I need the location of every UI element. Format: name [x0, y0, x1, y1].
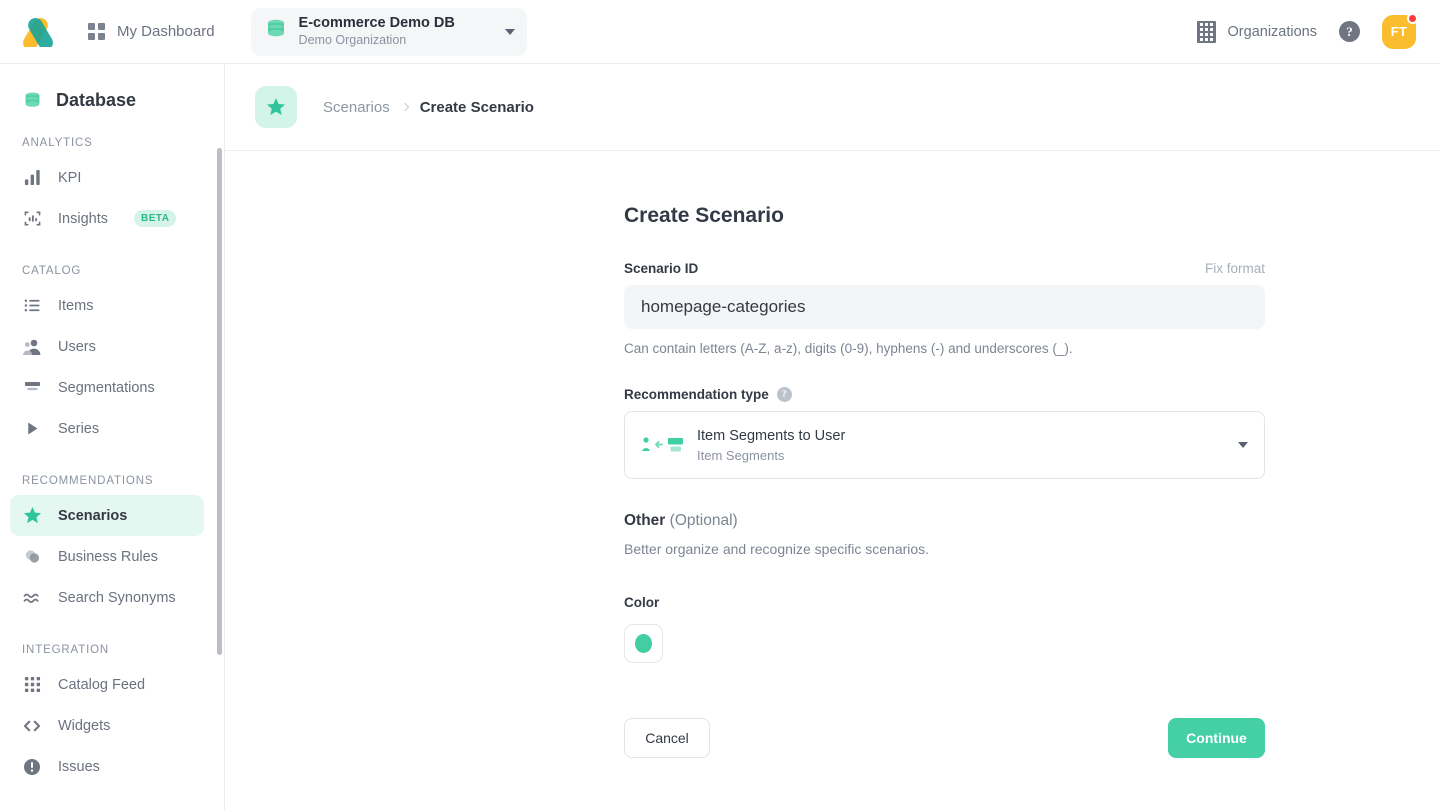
- sidebar-header-label: Database: [56, 90, 137, 110]
- my-dashboard-label: My Dashboard: [117, 23, 215, 40]
- app-logo[interactable]: [16, 17, 60, 47]
- sidebar-item-series[interactable]: Series: [10, 408, 204, 449]
- play-triangle-icon: [22, 419, 42, 439]
- sidebar-item-label: KPI: [58, 169, 82, 186]
- sidebar-item-users[interactable]: Users: [10, 326, 204, 367]
- sidebar-item-label: Series: [58, 420, 100, 437]
- top-bar: My Dashboard E-commerce Demo DB Demo Org…: [0, 0, 1440, 64]
- recommendation-type-value: Item Segments to User: [697, 427, 846, 444]
- continue-button[interactable]: Continue: [1168, 718, 1265, 758]
- building-icon: [1196, 20, 1216, 43]
- sidebar-scrollbar[interactable]: [217, 148, 222, 655]
- breadcrumb: Scenarios Create Scenario: [225, 64, 1440, 151]
- grid-icon: [88, 23, 105, 40]
- recommendation-type-label: Recommendation type: [624, 387, 769, 402]
- insights-icon: [22, 209, 42, 229]
- page-title: Create Scenario: [624, 204, 784, 227]
- main-content: Scenarios Create Scenario Create Scenari…: [225, 64, 1440, 810]
- code-brackets-icon: [22, 716, 42, 736]
- sidebar-item-business-rules[interactable]: Business Rules: [10, 536, 204, 577]
- database-icon: [265, 17, 287, 46]
- create-scenario-form: Create Scenario Scenario ID Fix format C…: [225, 151, 1440, 758]
- database-selector[interactable]: E-commerce Demo DB Demo Organization: [250, 7, 527, 56]
- fix-format-link[interactable]: Fix format: [1205, 261, 1265, 276]
- scenario-id-label-row: Scenario ID Fix format: [624, 261, 1265, 276]
- sidebar-section-catalog: CATALOG: [22, 265, 82, 277]
- organizations-nav[interactable]: Organizations: [1196, 20, 1317, 43]
- database-icon: [22, 91, 42, 111]
- recommendation-type-select[interactable]: Item Segments to User Item Segments: [624, 411, 1265, 479]
- other-optional: (Optional): [669, 512, 738, 529]
- sidebar-item-label: Segmentations: [58, 379, 155, 396]
- logo-icon: [23, 17, 53, 47]
- sidebar-section-integration: INTEGRATION: [22, 644, 110, 656]
- sidebar-item-issues[interactable]: Issues: [10, 746, 204, 787]
- star-icon: [22, 506, 42, 526]
- cancel-button[interactable]: Cancel: [624, 718, 710, 758]
- bar-chart-icon: [22, 168, 42, 188]
- database-name: E-commerce Demo DB: [298, 15, 455, 32]
- sidebar-item-label: Items: [58, 297, 94, 314]
- color-label: Color: [624, 595, 660, 610]
- sidebar-item-label: Catalog Feed: [58, 676, 146, 693]
- breadcrumb-parent[interactable]: Scenarios: [323, 99, 390, 116]
- sidebar-item-label: Business Rules: [58, 548, 158, 565]
- sidebar-section-recommendations: RECOMMENDATIONS: [22, 475, 154, 487]
- sidebar-item-insights[interactable]: Insights BETA: [10, 198, 204, 239]
- chevron-down-icon: [504, 28, 515, 35]
- other-description: Better organize and recognize specific s…: [624, 541, 930, 557]
- organizations-label: Organizations: [1227, 23, 1317, 40]
- sidebar-item-scenarios[interactable]: Scenarios: [10, 495, 204, 536]
- approx-equal-icon: [22, 588, 42, 608]
- other-title: Other: [624, 512, 666, 529]
- sidebar-item-label: Search Synonyms: [58, 589, 176, 606]
- color-swatch-button[interactable]: [624, 624, 663, 663]
- top-bar-right: Organizations ? FT: [1196, 12, 1440, 49]
- my-dashboard-nav[interactable]: My Dashboard: [88, 23, 215, 40]
- form-actions: Cancel Continue: [624, 718, 1265, 758]
- breadcrumb-badge: [255, 86, 297, 128]
- help-circle-icon[interactable]: ?: [1339, 21, 1360, 42]
- users-icon: [22, 337, 42, 357]
- recommendation-type-label-row: Recommendation type ?: [624, 387, 1440, 402]
- item-segments-to-user-icon: [639, 434, 687, 456]
- sidebar-item-label: Issues: [58, 758, 100, 775]
- help-circle-icon[interactable]: ?: [776, 387, 792, 402]
- sidebar-item-catalog-feed[interactable]: Catalog Feed: [10, 664, 204, 705]
- overlap-circles-icon: [22, 547, 42, 567]
- exclamation-circle-icon: [22, 757, 42, 777]
- sidebar-item-kpi[interactable]: KPI: [10, 157, 204, 198]
- sidebar-section-analytics: ANALYTICS: [22, 137, 93, 149]
- sidebar-item-label: Users: [58, 338, 96, 355]
- scenario-id-label: Scenario ID: [624, 261, 699, 276]
- recommendation-type-subvalue: Item Segments: [697, 447, 785, 463]
- breadcrumb-current: Create Scenario: [419, 98, 534, 116]
- color-dot: [635, 634, 652, 653]
- scenario-id-input[interactable]: [624, 285, 1265, 329]
- sidebar: Database ANALYTICS KPI Insights BETA CAT…: [0, 64, 225, 810]
- sidebar-item-widgets[interactable]: Widgets: [10, 705, 204, 746]
- sidebar-header: Database: [0, 64, 224, 111]
- chevron-right-icon: [400, 102, 409, 112]
- notification-dot: [1407, 12, 1418, 24]
- apps-grid-icon: [22, 675, 42, 695]
- sidebar-item-label: Scenarios: [58, 507, 128, 524]
- sidebar-item-label: Widgets: [58, 717, 111, 734]
- beta-badge: BETA: [133, 210, 177, 227]
- sidebar-item-label: Insights: [58, 210, 108, 227]
- list-icon: [22, 296, 42, 316]
- scenario-id-hint: Can contain letters (A-Z, a-z), digits (…: [624, 341, 1073, 356]
- sidebar-item-search-synonyms[interactable]: Search Synonyms: [10, 577, 204, 618]
- other-section-heading: Other (Optional): [624, 512, 1440, 530]
- sidebar-item-segmentations[interactable]: Segmentations: [10, 367, 204, 408]
- sidebar-item-items[interactable]: Items: [10, 285, 204, 326]
- segmentations-icon: [22, 378, 42, 398]
- organization-name: Demo Organization: [298, 33, 407, 48]
- user-menu[interactable]: FT: [1382, 12, 1418, 49]
- chevron-down-icon: [1238, 442, 1248, 448]
- star-icon: [267, 98, 285, 115]
